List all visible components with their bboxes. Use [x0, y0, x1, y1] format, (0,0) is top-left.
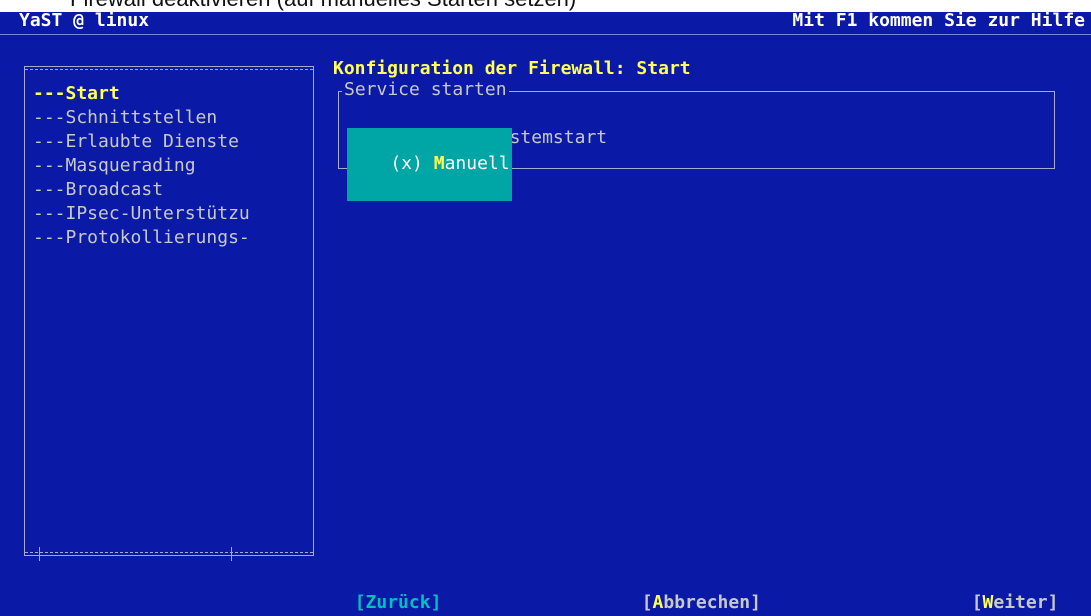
- abort-label: bbrechen: [663, 592, 751, 614]
- abort-hotkey: A: [652, 592, 664, 614]
- group-label: Service starten: [342, 78, 509, 103]
- bracket-close: ]: [430, 592, 442, 614]
- back-button[interactable]: [Zurück]: [333, 567, 442, 616]
- radio-manuell[interactable]: (x) Manuell: [347, 128, 512, 202]
- tree-item-start[interactable]: ---Start: [33, 82, 120, 106]
- next-button[interactable]: [Weiter]: [950, 567, 1059, 616]
- app-title: YaST @ linux: [19, 10, 150, 31]
- scroll-start-marker: [39, 547, 40, 561]
- bracket-open: [: [641, 592, 653, 614]
- tree-item-broadcast[interactable]: ---Broadcast: [33, 178, 163, 202]
- help-hint: Mit F1 kommen Sie zur Hilfe: [792, 10, 1085, 31]
- bracket-close: ]: [1047, 592, 1059, 614]
- tree-item-protokollierung[interactable]: ---Protokollierungs-: [33, 226, 250, 250]
- radio-hotkey: M: [433, 153, 445, 175]
- next-label: eiter: [993, 592, 1048, 614]
- abort-button[interactable]: [Abbrechen]: [620, 567, 761, 616]
- tree-item-ipsec[interactable]: ---IPsec-Unterstützu: [33, 202, 250, 226]
- tree-item-erlaubte-dienste[interactable]: ---Erlaubte Dienste: [33, 130, 239, 154]
- back-hotkey: Z: [365, 592, 377, 614]
- bracket-close: ]: [750, 592, 761, 614]
- title-bar: YaST @ linux Mit F1 kommen Sie zur Hilfe: [0, 10, 1091, 35]
- radio-label: anuell: [444, 153, 510, 175]
- scroll-thumb-marker: [231, 547, 232, 561]
- bracket-open: [: [971, 592, 983, 614]
- tree-item-schnittstellen[interactable]: ---Schnittstellen: [33, 106, 217, 130]
- navigation-tree: ---Start ---Schnittstellen ---Erlaubte D…: [24, 66, 314, 561]
- tree-scrollbar[interactable]: [25, 552, 313, 553]
- tree-top-rule: [25, 69, 313, 70]
- bracket-open: [: [354, 592, 366, 614]
- radio-mark: (x): [390, 153, 434, 175]
- tree-item-masquerading[interactable]: ---Masquerading: [33, 154, 196, 178]
- next-hotkey: W: [982, 592, 994, 614]
- service-start-group: Service starten ( ) Beim Systemstart (x)…: [338, 78, 1055, 202]
- back-label: urück: [376, 592, 431, 614]
